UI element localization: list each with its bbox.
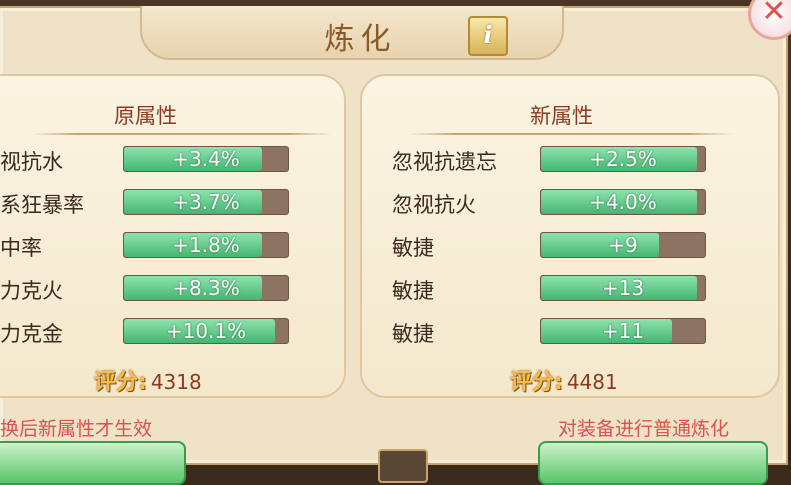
score-label: 评分: <box>94 370 147 395</box>
attribute-bar: +1.8% <box>123 232 289 258</box>
attribute-label: 力克金 <box>0 322 63 346</box>
attribute-value: +1.8% <box>172 233 240 257</box>
attribute-value: +2.5% <box>589 147 657 171</box>
attribute-label: 敏捷 <box>392 236 434 260</box>
refine-note: 对装备进行普通炼化 <box>558 418 730 440</box>
attribute-bar: +13 <box>540 275 706 301</box>
attribute-label: 系狂暴率 <box>0 193 84 217</box>
item-slot[interactable] <box>378 449 428 483</box>
attribute-value: +10.1% <box>165 319 247 343</box>
attribute-bar: +3.4% <box>123 146 289 172</box>
attribute-bar: +11 <box>540 318 706 344</box>
divider <box>408 133 734 135</box>
score-value: 4481 <box>566 370 618 394</box>
attribute-value: +9 <box>608 233 638 257</box>
panel-header-original: 原属性 <box>114 104 177 128</box>
attribute-bar: +9 <box>540 232 706 258</box>
attribute-label: 敏捷 <box>392 322 434 346</box>
attribute-label: 忽视抗火 <box>392 193 476 217</box>
attribute-bar: +2.5% <box>540 146 706 172</box>
attribute-label: 敏捷 <box>392 279 434 303</box>
refine-button[interactable] <box>538 441 768 485</box>
attribute-bar: +3.7% <box>123 189 289 215</box>
attribute-bar: +8.3% <box>123 275 289 301</box>
attribute-label: 力克火 <box>0 279 63 303</box>
attribute-value: +13 <box>601 276 645 300</box>
attribute-value: +8.3% <box>172 276 240 300</box>
attribute-label: 中率 <box>0 236 42 260</box>
attribute-value: +3.7% <box>172 190 240 214</box>
replace-note: 换后新属性才生效 <box>0 418 153 440</box>
replace-button[interactable] <box>0 441 186 485</box>
window-title: 炼化 <box>324 22 397 57</box>
attribute-value: +3.4% <box>172 147 240 171</box>
attribute-bar: +10.1% <box>123 318 289 344</box>
new-score: 评分: 4481 <box>510 364 618 396</box>
original-score: 评分: 4318 <box>94 364 202 396</box>
attribute-value: +4.0% <box>589 190 657 214</box>
score-label: 评分: <box>510 370 563 395</box>
attribute-bar: +4.0% <box>540 189 706 215</box>
info-button[interactable]: i <box>468 16 508 56</box>
panel-header-new: 新属性 <box>530 104 593 128</box>
attribute-label: 视抗水 <box>0 150 63 174</box>
attribute-label: 忽视抗遗忘 <box>392 150 497 174</box>
divider <box>32 133 332 135</box>
score-value: 4318 <box>150 370 202 394</box>
attribute-value: +11 <box>601 319 645 343</box>
